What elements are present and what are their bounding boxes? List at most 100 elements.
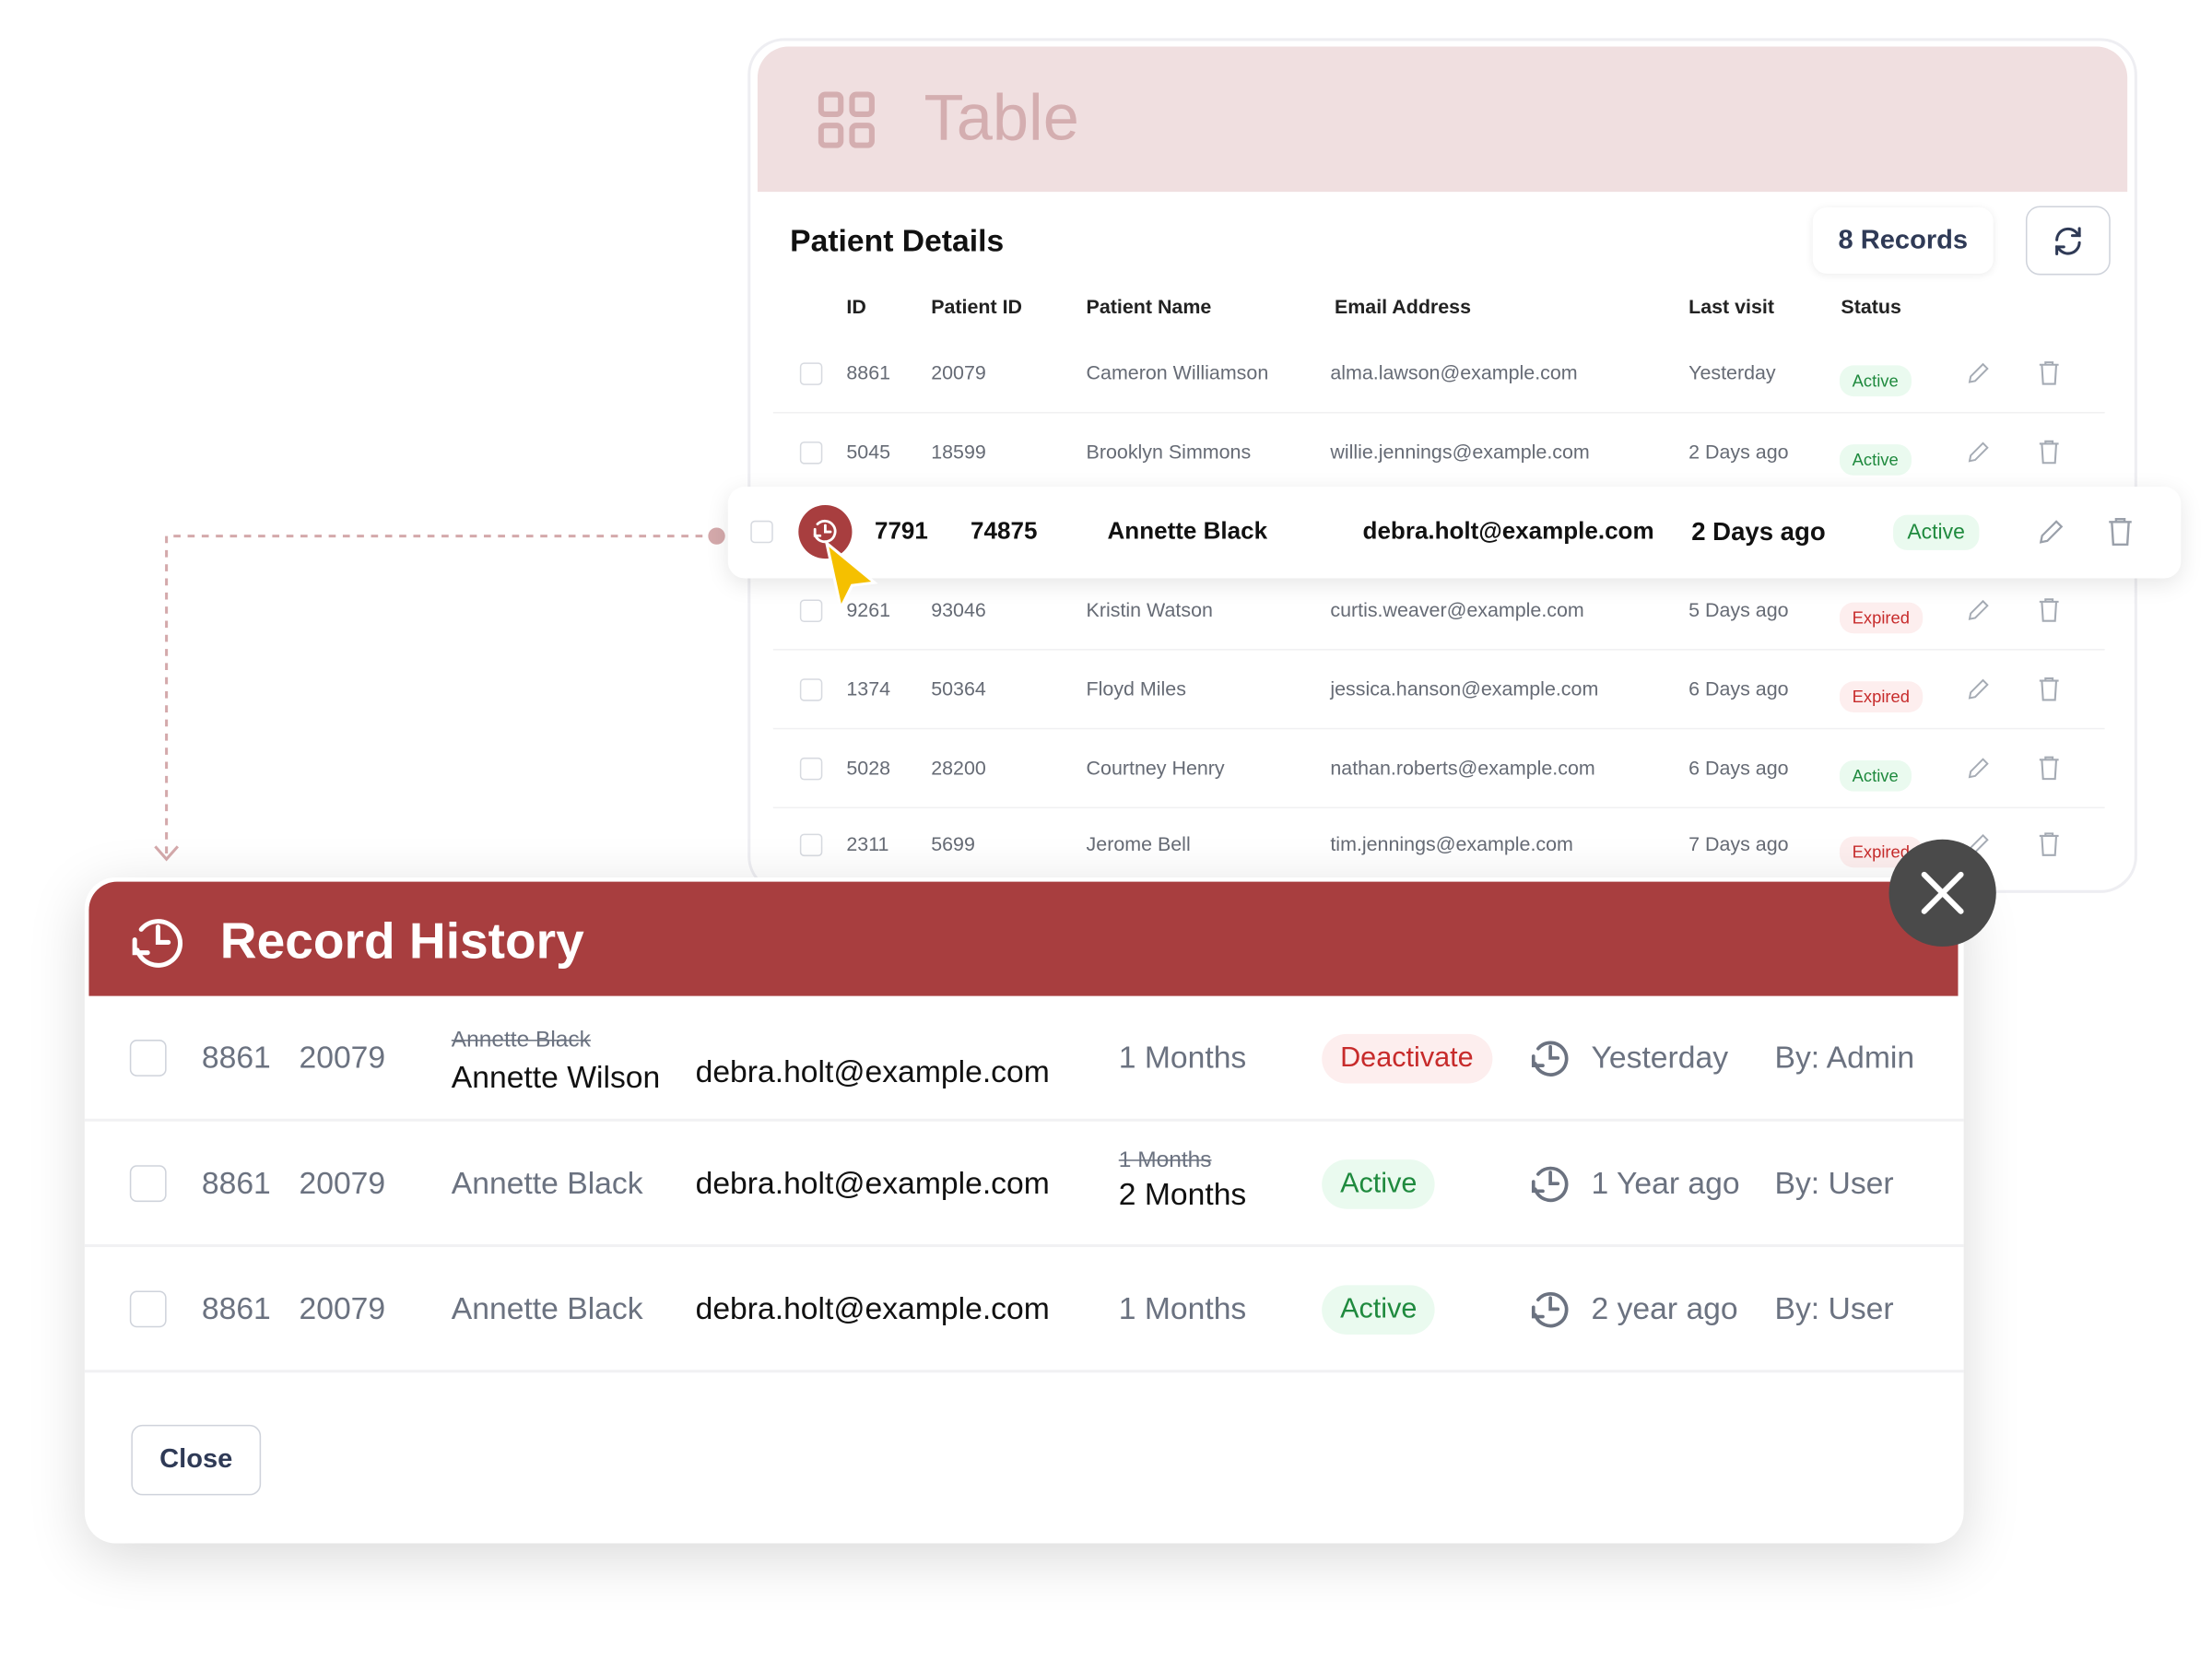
row-checkbox[interactable]	[799, 678, 823, 701]
column-header[interactable]: Patient ID	[931, 295, 1022, 317]
column-header[interactable]: Patient Name	[1087, 295, 1212, 317]
cell-id: 1374	[846, 677, 891, 700]
trash-icon[interactable]	[2037, 831, 2061, 858]
close-button[interactable]: Close	[131, 1424, 262, 1496]
clock-icon	[1531, 1041, 1569, 1077]
cell-when: 2 year ago	[1591, 1290, 1738, 1326]
trash-icon[interactable]	[2037, 359, 2061, 386]
cell-when: 1 Year ago	[1591, 1165, 1740, 1201]
cell-pid: 18599	[931, 440, 986, 464]
edit-icon[interactable]	[1965, 439, 1992, 465]
close-icon	[1921, 871, 1964, 914]
status-badge: Deactivate	[1322, 1033, 1492, 1084]
clock-icon	[1531, 1292, 1569, 1328]
record-history-modal: Record History 8861 20079 Annette Black Ann…	[84, 877, 1964, 1544]
row-checkbox[interactable]	[129, 1165, 167, 1203]
trash-icon[interactable]	[2037, 439, 2061, 465]
status-badge: Active	[1839, 365, 1912, 397]
modal-title: Record History	[219, 911, 584, 970]
status-badge: Active	[1322, 1285, 1436, 1335]
status-badge: Active	[1322, 1159, 1436, 1209]
cell-id: 2311	[846, 832, 889, 855]
old-name: Annette Black	[451, 1028, 591, 1053]
trash-icon[interactable]	[2037, 755, 2061, 782]
cell-duration: 1 Months	[1118, 1040, 1247, 1076]
row-divider	[84, 1370, 1964, 1373]
clock-icon	[1531, 1166, 1569, 1203]
cell-visit: 5 Days ago	[1688, 597, 1789, 621]
cell-name: Brooklyn Simmons	[1086, 440, 1252, 464]
row-divider	[84, 1118, 1964, 1122]
column-header[interactable]: Status	[1841, 295, 1901, 317]
cell-by: By: Admin	[1774, 1040, 1915, 1076]
cell-name: Jerome Bell	[1086, 832, 1191, 855]
cell-visit: 6 Days ago	[1688, 677, 1789, 700]
row-checkbox[interactable]	[129, 1290, 167, 1328]
cell-name: Annette Black	[451, 1165, 643, 1201]
edit-icon[interactable]	[1965, 755, 1992, 782]
edit-icon[interactable]	[1965, 359, 1992, 386]
row-checkbox[interactable]	[799, 833, 823, 857]
cell-id: 8861	[201, 1040, 271, 1076]
cell-id: 5045	[846, 440, 891, 464]
cell-pid: 20079	[931, 360, 986, 384]
close-modal-button[interactable]	[1888, 839, 1996, 947]
cell-email: alma.lawson@example.com	[1330, 360, 1578, 384]
row-checkbox[interactable]	[799, 441, 823, 465]
highlighted-row[interactable]: 7791 74875 Annette Black debra.holt@exam…	[727, 487, 2182, 579]
cell-pid: 50364	[931, 677, 986, 700]
cell-id: 8861	[846, 360, 891, 384]
column-header[interactable]: Email Address	[1335, 295, 1471, 317]
trash-icon[interactable]	[2037, 596, 2061, 623]
refresh-button[interactable]	[2025, 206, 2111, 276]
edit-icon[interactable]	[1965, 596, 1992, 623]
cell-email: nathan.roberts@example.com	[1330, 756, 1595, 779]
section-title: Patient Details	[790, 222, 1005, 259]
status-badge: Active	[1839, 759, 1912, 792]
row-divider	[772, 727, 2105, 730]
cell-duration: 2 Months	[1118, 1176, 1247, 1212]
cell-name: Floyd Miles	[1086, 677, 1186, 700]
cell-visit: 6 Days ago	[1688, 756, 1789, 779]
grid-icon	[818, 91, 875, 148]
page-title: Table	[924, 80, 1079, 154]
row-divider	[772, 806, 2105, 809]
cell-pid: 28200	[931, 756, 986, 779]
status-badge: Expired	[1839, 602, 1923, 634]
cell-pid: 5699	[931, 832, 975, 855]
cell-email: debra.holt@example.com	[695, 1165, 1050, 1201]
cell-email: debra.holt@example.com	[695, 1290, 1050, 1326]
records-count: 8 Records	[1813, 207, 1994, 274]
cell-email: willie.jennings@example.com	[1330, 440, 1590, 464]
cell-email: curtis.weaver@example.com	[1330, 597, 1584, 621]
trash-icon[interactable]	[2037, 676, 2061, 702]
cell-email: debra.holt@example.com	[695, 1053, 1050, 1089]
row-divider	[84, 1243, 1964, 1248]
history-icon	[132, 919, 182, 968]
cell-id: 5028	[846, 756, 891, 779]
cell-name: Courtney Henry	[1086, 756, 1225, 779]
row-checkbox[interactable]	[799, 757, 823, 781]
status-badge: Expired	[1839, 681, 1923, 712]
cell-patient-id: 20079	[299, 1290, 386, 1326]
column-header[interactable]: ID	[846, 295, 865, 317]
row-checkbox[interactable]	[750, 520, 773, 544]
row-checkbox[interactable]	[129, 1040, 167, 1077]
trash-icon[interactable]	[2106, 516, 2135, 547]
cell-id: 8861	[201, 1290, 271, 1326]
row-divider	[772, 649, 2105, 651]
cell-pid: 93046	[931, 597, 986, 621]
cell-by: By: User	[1774, 1290, 1894, 1326]
row-id: 7791	[874, 517, 928, 545]
row-checkbox[interactable]	[799, 599, 823, 622]
row-last-visit: 2 Days ago	[1691, 517, 1826, 547]
edit-icon[interactable]	[1965, 676, 1992, 702]
cell-name: Kristin Watson	[1086, 597, 1213, 621]
cell-visit: 7 Days ago	[1688, 832, 1789, 855]
status-badge: Active	[1839, 444, 1912, 476]
column-header[interactable]: Last visit	[1688, 295, 1774, 317]
edit-icon[interactable]	[2036, 516, 2067, 547]
cell-email: tim.jennings@example.com	[1330, 832, 1573, 855]
row-checkbox[interactable]	[799, 362, 823, 385]
cell-name: Cameron Williamson	[1086, 360, 1269, 384]
